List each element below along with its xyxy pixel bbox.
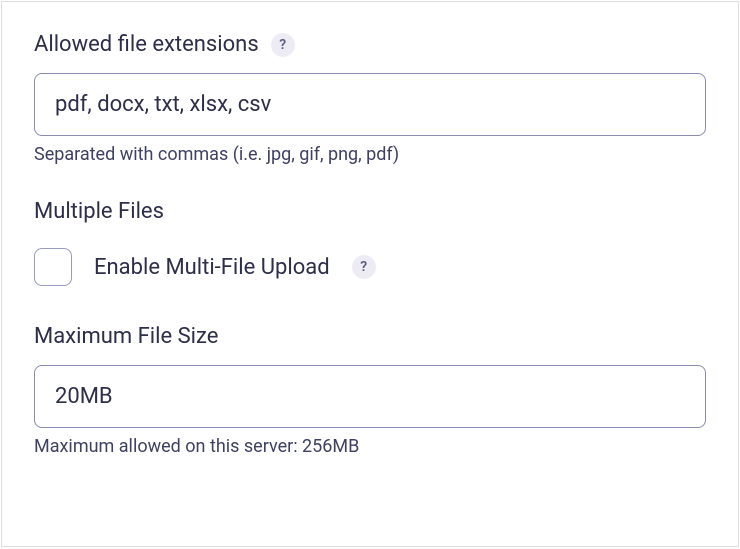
multi-file-checkbox-row: Enable Multi-File Upload ?	[34, 248, 706, 286]
multi-file-checkbox[interactable]	[34, 248, 72, 286]
allowed-extensions-label: Allowed file extensions	[34, 32, 259, 57]
max-file-size-helper: Maximum allowed on this server: 256MB	[34, 436, 706, 457]
multiple-files-section-label: Multiple Files	[34, 199, 706, 224]
allowed-extensions-helper: Separated with commas (i.e. jpg, gif, pn…	[34, 144, 706, 165]
settings-panel: Allowed file extensions ? Separated with…	[1, 1, 739, 547]
multi-file-checkbox-label: Enable Multi-File Upload	[94, 255, 330, 280]
allowed-extensions-label-row: Allowed file extensions ?	[34, 32, 706, 57]
help-icon[interactable]: ?	[352, 255, 376, 279]
allowed-extensions-group: Allowed file extensions ? Separated with…	[34, 32, 706, 165]
max-file-size-label: Maximum File Size	[34, 324, 706, 349]
max-file-size-input[interactable]	[34, 365, 706, 428]
allowed-extensions-input[interactable]	[34, 73, 706, 136]
help-icon[interactable]: ?	[271, 33, 295, 57]
multiple-files-group: Multiple Files Enable Multi-File Upload …	[34, 199, 706, 286]
max-file-size-group: Maximum File Size Maximum allowed on thi…	[34, 324, 706, 457]
